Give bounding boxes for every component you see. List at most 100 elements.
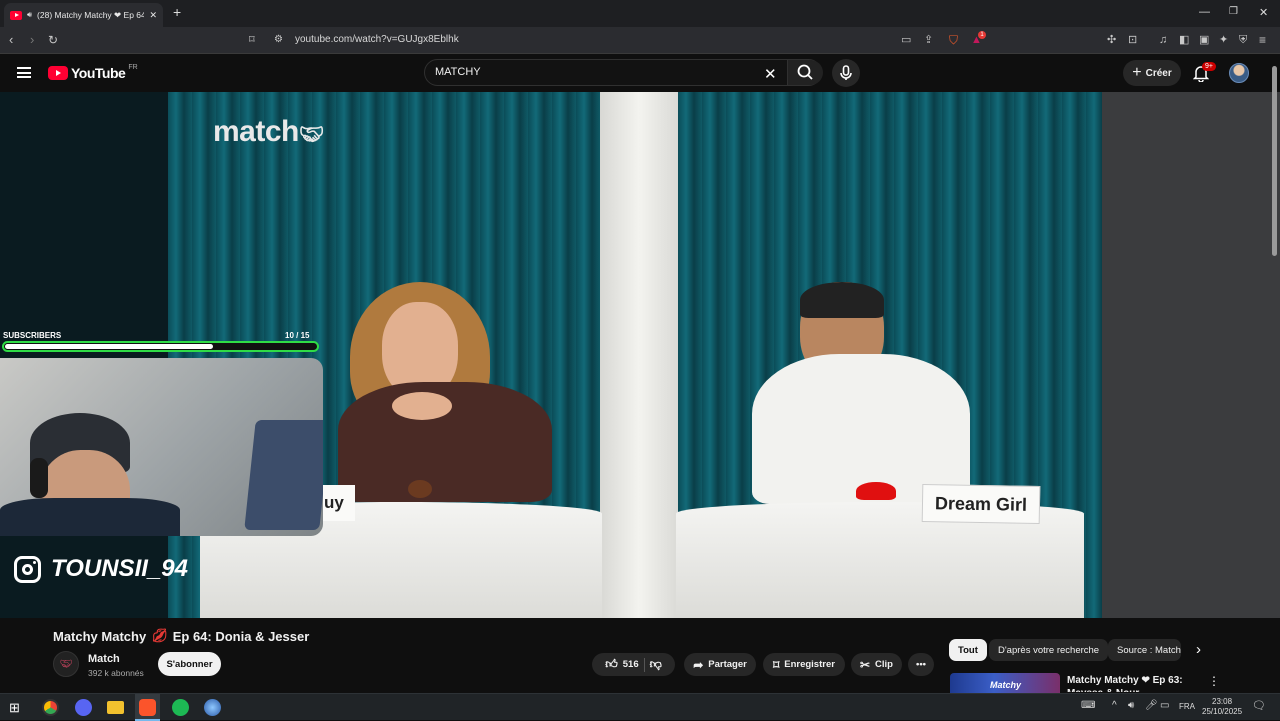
youtube-play-icon [48, 66, 68, 80]
thumbs-up-icon: 👍︎ [605, 657, 618, 671]
brave-shield-icon[interactable]: ⛉ [949, 32, 958, 48]
save-label: Enregistrer [784, 659, 835, 670]
instagram-handle-overlay: TOUNSII_94 [14, 555, 188, 583]
clip-button[interactable]: ✂ Clip [851, 653, 902, 676]
page-scrollbar[interactable] [1272, 66, 1277, 256]
notification-badge: 9+ [1202, 62, 1216, 71]
windows-taskbar: ⊞ ⌨ ^ 🔊︎ 🎤︎ ▭ FRA 23:08 25/10/2025 🗨︎ [0, 693, 1280, 721]
more-actions-button[interactable]: ••• [908, 653, 934, 676]
like-button[interactable]: 👍︎ 516 [605, 657, 638, 672]
close-tab-icon[interactable]: ✕ [149, 10, 157, 21]
wallet-icon[interactable]: ▣ [1199, 32, 1209, 48]
search-box[interactable]: MATCHY ✕ [424, 59, 823, 86]
restore-icon[interactable]: ❐ [1229, 6, 1238, 17]
forward-icon[interactable]: › [30, 32, 34, 48]
address-bar[interactable]: youtube.com/watch?v=GUJgx8Eblhk [295, 34, 459, 45]
close-window-icon[interactable]: ✕ [1259, 6, 1268, 19]
keyboard-icon[interactable]: ⌨ [1081, 700, 1095, 711]
red-dessert [856, 482, 896, 500]
lips-emoji-icon: 💋︎ [151, 628, 168, 643]
leo-ai-icon[interactable]: ✦ [1219, 32, 1228, 48]
tab-title: (28) Matchy Matchy ❤ Ep 64 [37, 9, 145, 20]
subscribe-button[interactable]: S'abonner [158, 652, 221, 676]
site-settings-icon[interactable]: ⚙︎ [274, 32, 283, 48]
share-page-icon[interactable]: ⇪ [924, 32, 933, 48]
audio-icon[interactable]: 🔊︎ [27, 10, 32, 20]
match-brand-logo: match🤝︎ [213, 115, 324, 148]
name-card-left: uy [322, 485, 355, 521]
share-button[interactable]: ➦ Partager [684, 653, 756, 676]
browser-tab[interactable]: 🔊︎ (28) Matchy Matchy ❤ Ep 64 ✕ [4, 3, 163, 27]
clock-date: 25/10/2025 [1202, 707, 1243, 716]
vpn-icon[interactable]: ⛨ [1239, 32, 1247, 48]
search-button[interactable] [787, 60, 823, 85]
chip-source-match[interactable]: Source : Match [1108, 639, 1181, 661]
handshake-icon: 🤝︎ [298, 124, 324, 146]
app-taskbar-icon[interactable] [204, 699, 221, 716]
recommended-menu-icon[interactable]: ⋮ [1208, 674, 1220, 688]
new-tab-button[interactable]: + [173, 4, 181, 20]
file-explorer-icon[interactable] [107, 701, 124, 714]
minimize-icon[interactable]: — [1199, 6, 1210, 18]
country-code: FR [128, 63, 138, 71]
hamburger-menu-icon[interactable] [17, 67, 31, 78]
share-icon: ➦ [693, 657, 704, 672]
channel-subscribers: 392 k abonnés [88, 668, 144, 678]
browser-menu-icon[interactable]: ≡ [1259, 32, 1266, 48]
plus-icon: + [1132, 64, 1142, 81]
scissors-icon: ✂ [859, 657, 871, 672]
video-player[interactable]: match🤝︎ Dream Girl uy 🤝︎ [0, 92, 1280, 618]
video-title-prefix: Matchy Matchy [53, 628, 147, 644]
mic-tray-icon[interactable]: 🎤︎ [1145, 700, 1158, 711]
tray-expand-icon[interactable]: ^ [1112, 700, 1117, 711]
channel-name[interactable]: Match [88, 653, 120, 665]
video-left-shadow [0, 92, 168, 618]
bookmark-icon[interactable]: ⌑ [249, 32, 255, 48]
notification-center-icon[interactable]: 🗨︎ [1252, 699, 1266, 712]
create-label: Créer [1145, 67, 1172, 79]
screenshot-icon[interactable]: ⊡ [1128, 32, 1137, 48]
save-button[interactable]: ⌑ Enregistrer [763, 653, 845, 676]
cast-icon[interactable]: ▭ [901, 32, 911, 48]
instagram-icon [14, 555, 41, 583]
clear-search-icon[interactable]: ✕ [764, 65, 777, 83]
start-windows-icon[interactable]: ⊞ [9, 700, 20, 716]
account-avatar[interactable] [1229, 63, 1249, 83]
reload-icon[interactable]: ↻ [48, 32, 58, 48]
video-right-edge [1102, 92, 1280, 618]
network-icon[interactable]: ▭ [1160, 700, 1169, 711]
logo-text: YouTube [71, 65, 126, 81]
search-icon [797, 64, 813, 80]
youtube-logo[interactable]: YouTube FR [48, 63, 138, 81]
search-input[interactable]: MATCHY [435, 66, 481, 78]
back-icon[interactable]: ‹ [9, 32, 13, 48]
recommended-thumbnail[interactable]: Matchy [950, 673, 1060, 693]
create-button[interactable]: + Créer [1123, 60, 1181, 86]
system-clock[interactable]: 23:08 25/10/2025 [1202, 697, 1242, 717]
sidebar-icon[interactable]: ◧ [1179, 32, 1189, 48]
music-icon[interactable]: ♫ [1159, 32, 1167, 48]
volume-icon[interactable]: 🔊︎ [1128, 700, 1134, 711]
recommended-title[interactable]: Matchy Matchy ❤ Ep 63: Mayssa & Nour [1067, 674, 1187, 692]
chips-next-icon[interactable]: › [1196, 641, 1201, 658]
voice-search-button[interactable] [832, 59, 860, 87]
chip-all[interactable]: Tout [949, 639, 987, 661]
discord-icon[interactable] [75, 699, 92, 716]
youtube-favicon-icon [10, 10, 22, 20]
input-language[interactable]: FRA [1179, 702, 1195, 711]
instagram-handle: TOUNSII_94 [51, 555, 188, 582]
brave-taskbar-icon[interactable] [139, 699, 156, 716]
subscriber-goal-bar [2, 341, 319, 352]
browser-toolbar: ‹ › ↻ ⌑ ⚙︎ youtube.com/watch?v=GUJgx8Ebl… [0, 27, 1280, 54]
spotify-icon[interactable] [172, 699, 189, 716]
dislike-button[interactable]: 👎︎ [650, 657, 662, 672]
browser-taskbar-icon[interactable] [42, 699, 59, 716]
center-divider [600, 92, 678, 618]
extensions-icon[interactable]: ✣ [1107, 32, 1116, 48]
chip-from-search[interactable]: D'après votre recherche [989, 639, 1109, 661]
more-icon: ••• [916, 659, 926, 670]
share-label: Partager [708, 659, 747, 670]
like-divider [643, 657, 645, 672]
channel-avatar[interactable]: 🤝︎ [53, 651, 79, 677]
video-title: Matchy Matchy 💋︎ Ep 64: Donia & Jesser [53, 628, 309, 644]
